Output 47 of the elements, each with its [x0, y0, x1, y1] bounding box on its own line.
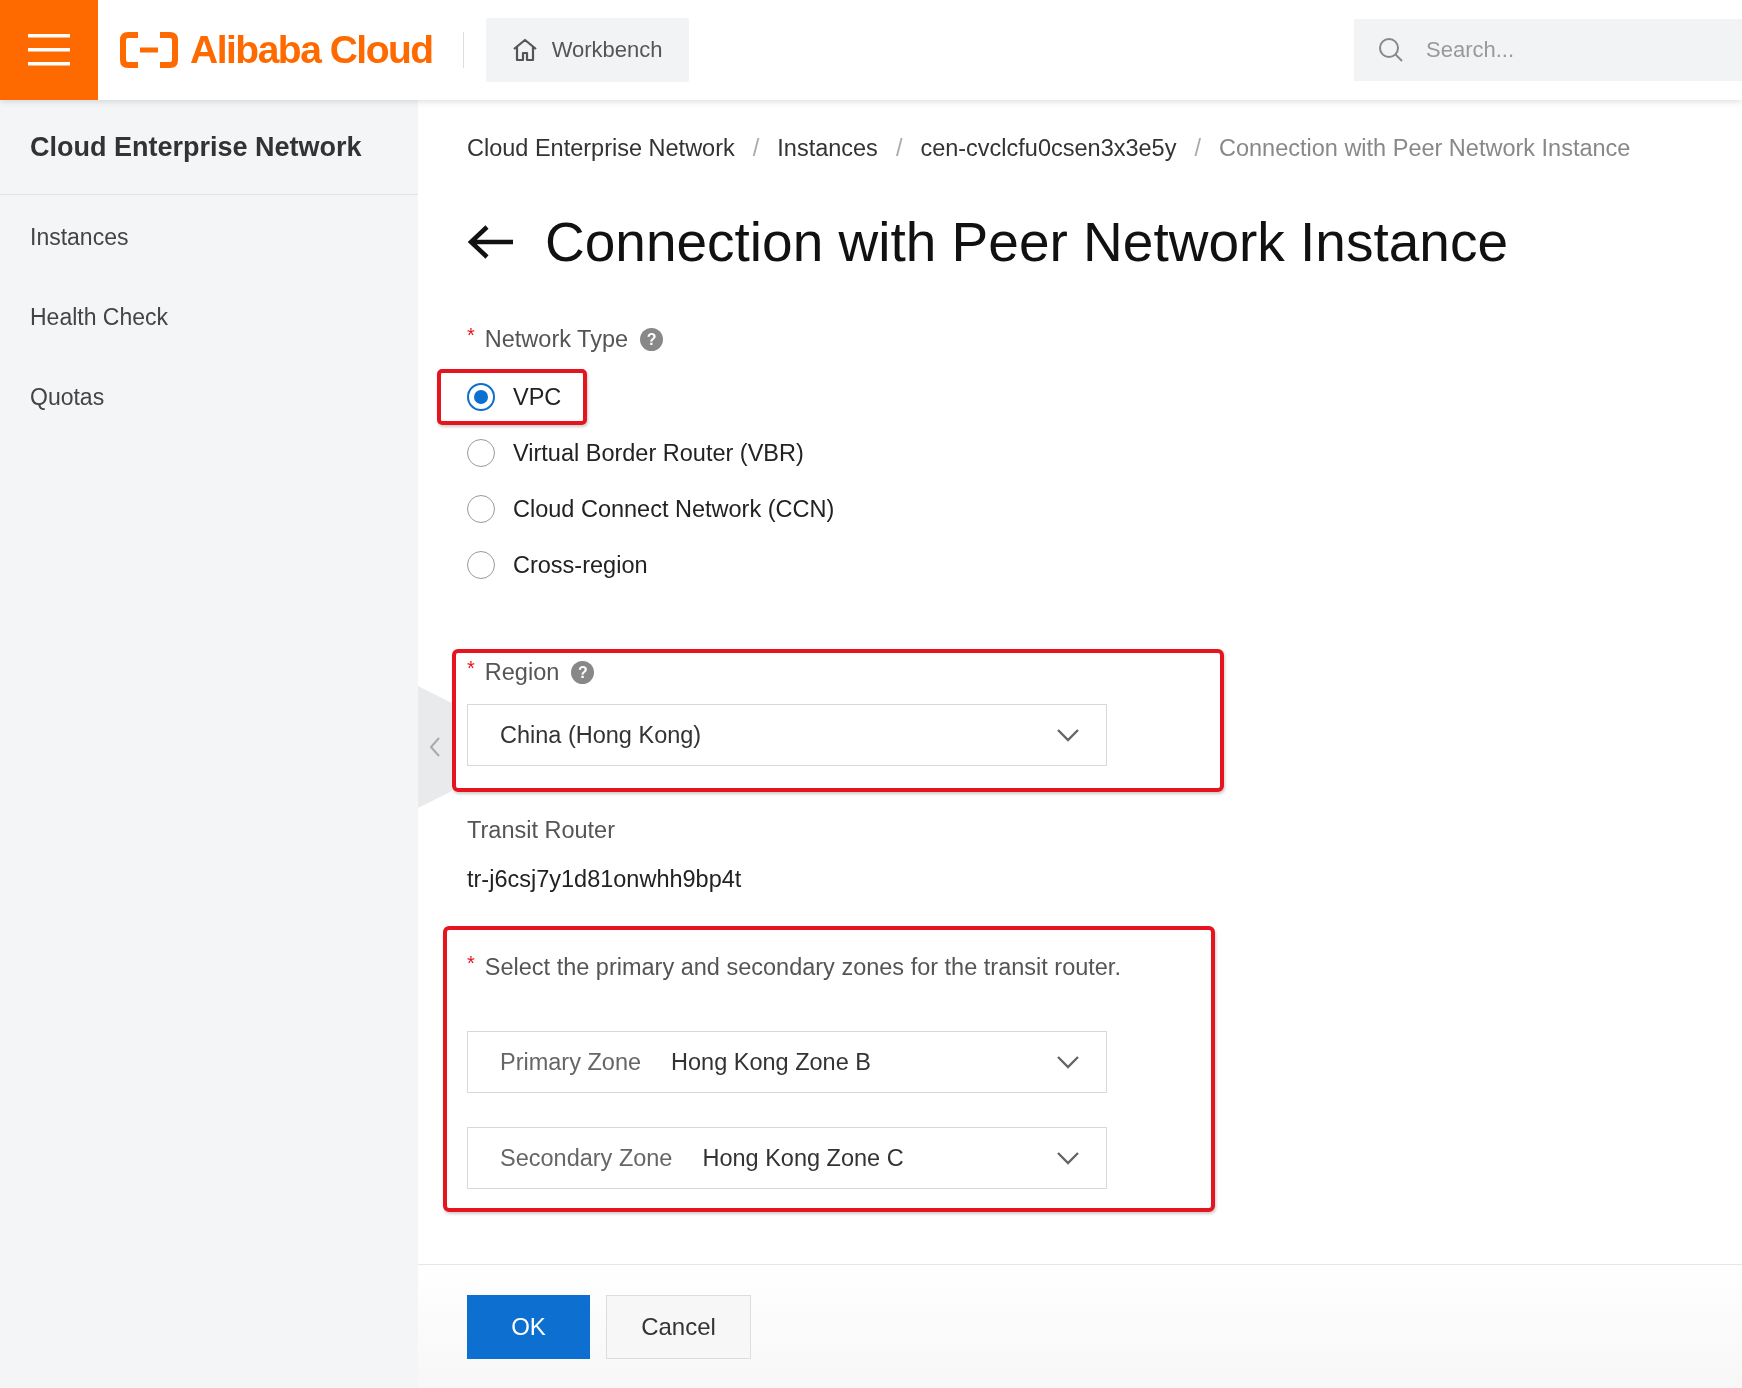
ok-button[interactable]: OK: [467, 1294, 590, 1359]
breadcrumb-link[interactable]: Instances: [777, 134, 878, 162]
sidebar-item[interactable]: Health Check: [30, 303, 169, 331]
field-label: Network Type: [484, 326, 629, 353]
back-button[interactable]: [467, 224, 515, 260]
field-label: Region: [484, 659, 560, 686]
radio-label[interactable]: Virtual Border Router (VBR): [513, 439, 804, 467]
field-value: tr-j6csj7y1d81onwhh9bp4t: [467, 865, 742, 893]
radio-label[interactable]: VPC: [513, 383, 562, 411]
sidebar-item[interactable]: Quotas: [30, 383, 105, 411]
radio-button[interactable]: [467, 495, 495, 523]
required-mark: *: [467, 324, 475, 347]
radio-button[interactable]: [467, 551, 495, 579]
field-label: Transit Router: [467, 816, 615, 844]
sidebar-title: Cloud Enterprise Network: [30, 131, 362, 163]
page-title: Connection with Peer Network Instance: [545, 210, 1508, 274]
logo-icon: [120, 32, 178, 68]
radio-label[interactable]: Cloud Connect Network (CCN): [513, 495, 835, 523]
chevron-down-icon: [1056, 1151, 1080, 1165]
radio-label[interactable]: Cross-region: [513, 551, 648, 579]
back-arrow-icon: [467, 224, 515, 260]
required-mark: *: [467, 952, 475, 975]
menu-icon: [28, 34, 70, 66]
breadcrumb-separator: /: [895, 134, 903, 162]
chevron-down-icon: [1056, 1055, 1080, 1069]
workbench-button[interactable]: Workbench: [485, 18, 689, 82]
breadcrumb-separator: /: [752, 134, 760, 162]
radio-button[interactable]: [467, 383, 495, 411]
help-icon[interactable]: ?: [571, 661, 595, 684]
help-icon[interactable]: ?: [640, 328, 664, 351]
dropdown-select[interactable]: China (Hong Kong): [467, 704, 1107, 766]
home-icon: [511, 38, 538, 62]
required-mark: *: [467, 657, 475, 680]
dropdown-select[interactable]: Secondary Zone Hong Kong Zone C: [467, 1127, 1107, 1189]
cancel-button[interactable]: Cancel: [606, 1294, 751, 1359]
breadcrumb-link[interactable]: Cloud Enterprise Network: [467, 134, 735, 162]
search-icon: [1378, 37, 1404, 63]
breadcrumb-separator: /: [1194, 134, 1201, 162]
chevron-left-icon: [429, 736, 441, 758]
menu-button[interactable]: [0, 0, 98, 100]
chevron-down-icon: [1056, 728, 1080, 742]
field-label: Select the primary and secondary zones for the transit router.: [484, 954, 1121, 981]
sidebar-item[interactable]: Instances: [30, 223, 129, 251]
breadcrumb-link[interactable]: cen-cvclcfu0csen3x3e5y: [920, 134, 1177, 162]
radio-button[interactable]: [467, 439, 495, 467]
dropdown-select[interactable]: Primary Zone Hong Kong Zone B: [467, 1031, 1107, 1093]
search-field[interactable]: Search...: [1354, 19, 1742, 81]
